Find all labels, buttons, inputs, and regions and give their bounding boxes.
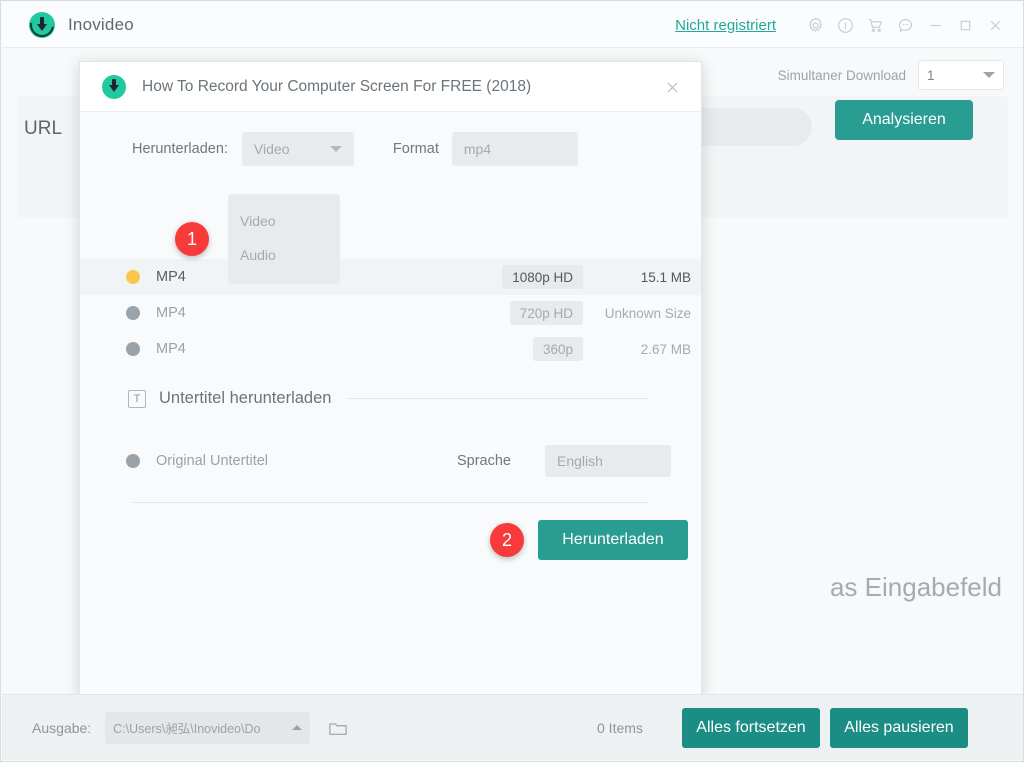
feedback-chat-icon[interactable] [890, 10, 920, 40]
simultaneous-download-setting: Simultaner Download 1 [778, 58, 1004, 92]
divider [132, 502, 649, 503]
app-window: Inovideo Nicht registriert Simultaner Do… [0, 0, 1024, 762]
marker-badge-2: 2 [490, 523, 524, 557]
pause-all-button[interactable]: Alles pausieren [830, 707, 968, 748]
table-row[interactable]: MP4 1080p HD 15.1 MB [80, 259, 701, 295]
subtitle-option-row[interactable]: Original Untertitel Sprache English [80, 444, 701, 478]
table-row[interactable]: MP4 720p HD Unknown Size [80, 295, 701, 331]
quality-format: MP4 [156, 341, 186, 357]
chevron-up-icon [292, 725, 303, 730]
output-path-value: C:\Users\昶弘\Inovideo\Do [113, 722, 261, 736]
url-label: URL [24, 118, 63, 139]
simultaneous-download-select[interactable]: 1 [918, 60, 1004, 90]
output-label: Ausgabe: [32, 719, 92, 736]
close-icon[interactable] [980, 10, 1010, 40]
items-count: 0 Items [597, 719, 643, 736]
text-subtitle-icon: T [128, 389, 146, 408]
download-type-label: Herunterladen: [132, 141, 228, 157]
dialog-title: How To Record Your Computer Screen For F… [142, 77, 532, 95]
close-icon[interactable] [661, 76, 683, 98]
quality-format: MP4 [156, 305, 186, 321]
maximize-icon[interactable] [950, 10, 980, 40]
app-name: Inovideo [68, 14, 134, 34]
quality-resolution: 720p HD [509, 301, 583, 325]
cart-icon[interactable] [860, 10, 890, 40]
radio-unselected-icon[interactable] [126, 454, 140, 468]
app-logo: Inovideo [25, 7, 134, 42]
format-field[interactable]: mp4 [451, 132, 578, 166]
download-circle-logo-icon [102, 74, 126, 99]
download-type-dropdown-menu[interactable]: Video Audio [228, 194, 340, 284]
register-link[interactable]: Nicht registriert [675, 17, 776, 34]
quality-list: MP4 1080p HD 15.1 MB MP4 720p HD Unknown… [80, 259, 701, 367]
quality-size: 2.67 MB [640, 341, 691, 357]
language-select[interactable]: English [545, 445, 671, 477]
resume-all-button[interactable]: Alles fortsetzen [682, 707, 820, 748]
subtitle-section-header: T Untertitel herunterladen [80, 389, 701, 408]
format-value: mp4 [463, 141, 492, 157]
simultaneous-download-value: 1 [927, 67, 935, 83]
dialog-header: How To Record Your Computer Screen For F… [80, 62, 701, 112]
quality-resolution: 1080p HD [502, 265, 583, 289]
quality-resolution: 360p [532, 337, 583, 361]
minimize-icon[interactable] [920, 10, 950, 40]
bottom-bar: Ausgabe: C:\Users\昶弘\Inovideo\Do 0 Items… [2, 694, 1023, 760]
chevron-down-icon [329, 146, 342, 152]
download-type-value: Video [253, 141, 290, 157]
output-path-select[interactable]: C:\Users\昶弘\Inovideo\Do [105, 711, 311, 744]
language-label: Sprache [456, 453, 511, 469]
divider [347, 398, 649, 399]
folder-icon[interactable] [328, 719, 348, 737]
dropdown-option-video[interactable]: Video [228, 204, 340, 238]
chevron-down-icon [983, 72, 995, 78]
subtitle-option-label: Original Untertitel [156, 453, 269, 469]
radio-unselected-icon[interactable] [126, 306, 140, 320]
gear-icon[interactable] [800, 10, 830, 40]
simultaneous-download-label: Simultaner Download [777, 67, 906, 83]
download-circle-logo-icon [25, 7, 59, 42]
analyze-button[interactable]: Analysieren [835, 100, 973, 140]
title-bar: Inovideo Nicht registriert [2, 2, 1023, 48]
radio-unselected-icon[interactable] [126, 342, 140, 356]
marker-badge-1: 1 [175, 222, 209, 256]
table-row[interactable]: MP4 360p 2.67 MB [80, 331, 701, 367]
quality-size: 15.1 MB [640, 269, 691, 285]
radio-selected-icon[interactable] [126, 270, 140, 284]
title-bar-actions: Nicht registriert [675, 2, 1010, 48]
quality-size: Unknown Size [604, 305, 691, 321]
dropdown-option-audio[interactable]: Audio [228, 238, 340, 272]
info-icon[interactable] [830, 10, 860, 40]
format-label: Format [392, 141, 439, 157]
download-type-select[interactable]: Video [241, 132, 354, 166]
download-button[interactable]: Herunterladen [538, 520, 688, 560]
subtitle-section-title: Untertitel herunterladen [159, 389, 332, 407]
download-type-row: Herunterladen: Video Format mp4 [80, 130, 701, 168]
dialog-body: Herunterladen: Video Format mp4 Video Au… [80, 112, 701, 700]
download-dialog: How To Record Your Computer Screen For F… [79, 61, 702, 699]
